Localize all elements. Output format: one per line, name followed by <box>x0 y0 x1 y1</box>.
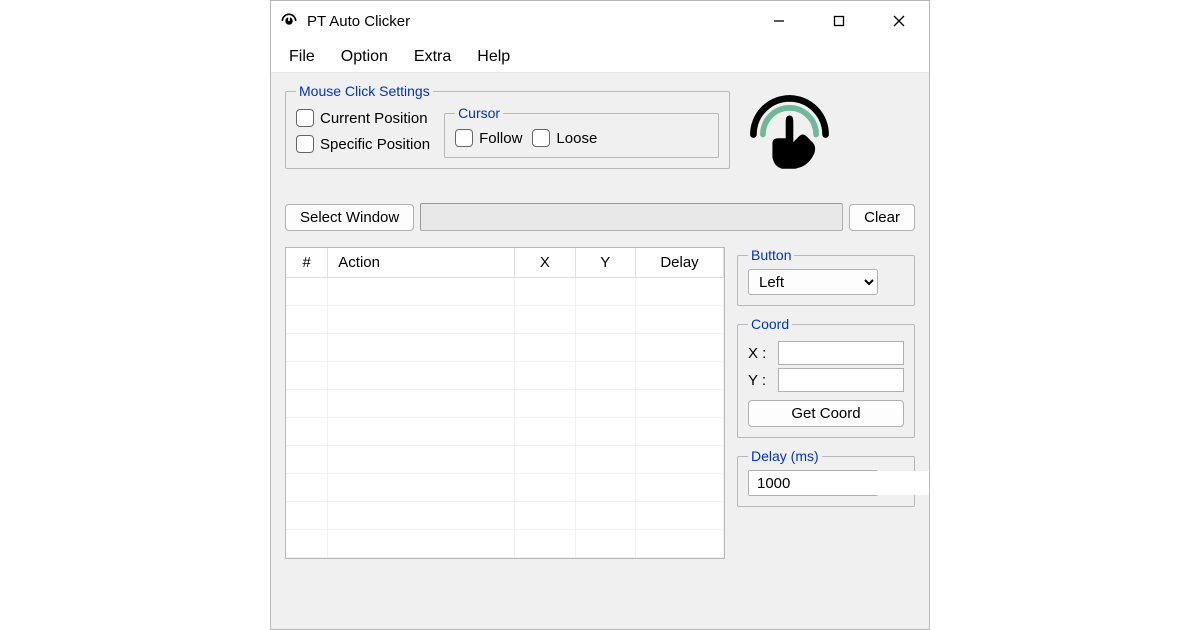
app-icon <box>279 11 299 31</box>
table-row[interactable] <box>286 446 724 474</box>
table-header-x: X <box>515 248 575 278</box>
current-position-label: Current Position <box>320 110 428 127</box>
coord-legend: Coord <box>748 316 792 332</box>
minimize-button[interactable] <box>749 1 809 41</box>
table-header-y: Y <box>575 248 635 278</box>
menu-extra[interactable]: Extra <box>402 44 463 70</box>
coord-x-label: X : <box>748 345 772 362</box>
table-row[interactable] <box>286 474 724 502</box>
close-button[interactable] <box>869 1 929 41</box>
table-row[interactable] <box>286 306 724 334</box>
titlebar: PT Auto Clicker <box>271 1 929 41</box>
coord-y-label: Y : <box>748 372 772 389</box>
select-window-button[interactable]: Select Window <box>285 204 414 231</box>
maximize-button[interactable] <box>809 1 869 41</box>
menu-file[interactable]: File <box>277 44 327 70</box>
table-row[interactable] <box>286 502 724 530</box>
get-coord-button[interactable]: Get Coord <box>748 400 904 427</box>
coord-x-input[interactable] <box>778 341 904 365</box>
follow-label: Follow <box>479 130 522 147</box>
selected-window-display <box>420 203 843 231</box>
coord-y-input[interactable] <box>778 368 904 392</box>
table-header-action: Action <box>328 248 515 278</box>
mouse-button-select[interactable]: Left <box>748 269 878 295</box>
mouse-click-settings-legend: Mouse Click Settings <box>296 83 433 99</box>
coord-group: Coord X : Y : Get Coord <box>737 316 915 438</box>
table-row[interactable] <box>286 334 724 362</box>
menubar: File Option Extra Help <box>271 41 929 73</box>
cursor-group: Cursor Follow Loose <box>444 105 719 158</box>
window-title: PT Auto Clicker <box>307 13 410 30</box>
checkbox-icon <box>296 109 314 127</box>
checkbox-icon <box>532 129 550 147</box>
loose-checkbox[interactable]: Loose <box>532 129 597 147</box>
follow-checkbox[interactable]: Follow <box>455 129 522 147</box>
table-row[interactable] <box>286 530 724 558</box>
current-position-checkbox[interactable]: Current Position <box>296 109 430 127</box>
menu-help[interactable]: Help <box>465 44 522 70</box>
specific-position-checkbox[interactable]: Specific Position <box>296 135 430 153</box>
specific-position-label: Specific Position <box>320 136 430 153</box>
checkbox-icon <box>296 135 314 153</box>
checkbox-icon <box>455 129 473 147</box>
table-row[interactable] <box>286 362 724 390</box>
delay-legend: Delay (ms) <box>748 448 822 464</box>
button-group: Button Left <box>737 247 915 306</box>
loose-label: Loose <box>556 130 597 147</box>
app-window: PT Auto Clicker File Option Extra Help M… <box>270 0 930 630</box>
delay-input[interactable] <box>749 471 930 495</box>
delay-group: Delay (ms) ▲ ▼ <box>737 448 915 507</box>
table-row[interactable] <box>286 418 724 446</box>
app-logo <box>742 83 837 187</box>
actions-table[interactable]: # Action X Y Delay <box>285 247 725 559</box>
mouse-click-settings-group: Mouse Click Settings Current Position Sp… <box>285 83 730 169</box>
button-legend: Button <box>748 247 794 263</box>
table-header-num: # <box>286 248 328 278</box>
menu-option[interactable]: Option <box>329 44 400 70</box>
table-row[interactable] <box>286 278 724 306</box>
clear-button[interactable]: Clear <box>849 204 915 231</box>
cursor-legend: Cursor <box>455 105 503 121</box>
table-row[interactable] <box>286 390 724 418</box>
table-header-delay: Delay <box>636 248 724 278</box>
